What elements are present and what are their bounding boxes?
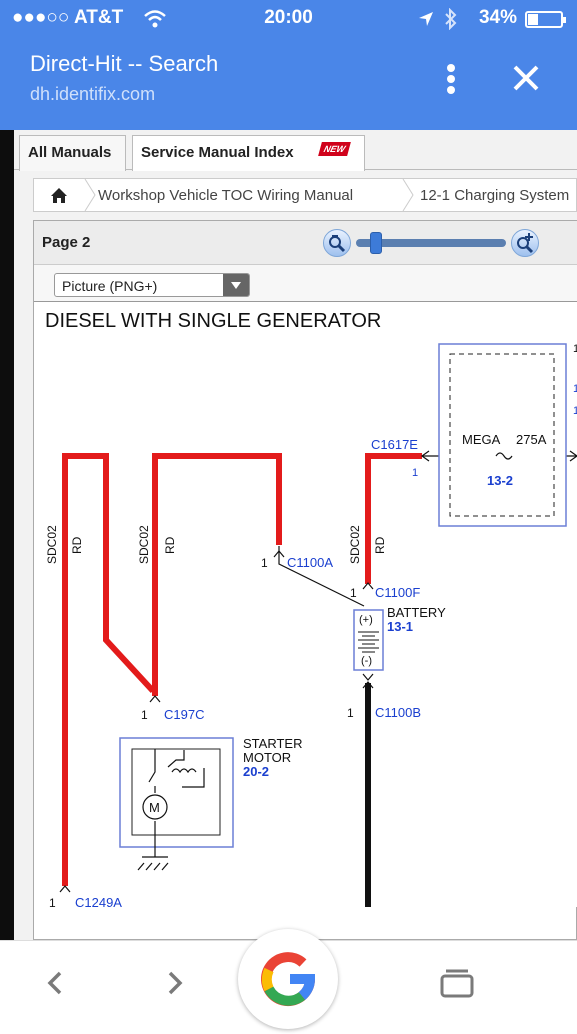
- browser-bottom-bar: [0, 929, 577, 1029]
- close-icon[interactable]: [508, 60, 544, 96]
- wire-circuit-label: SDC02: [45, 525, 59, 564]
- tab-all-manuals[interactable]: All Manuals: [19, 135, 126, 171]
- connector-c1100b: C1100B: [375, 705, 421, 720]
- connector-c1100f: C1100F: [375, 585, 420, 600]
- browser-toolbar: Direct-Hit -- Search dh.identifix.com: [0, 38, 577, 130]
- back-arrow-icon[interactable]: [36, 963, 76, 1003]
- pin-label: 1: [350, 586, 357, 600]
- page-indicator: Page 2: [42, 234, 91, 251]
- starter-ref: 20-2: [243, 764, 269, 779]
- document-viewer: Page 2 Picture (PNG+) DIESEL WITH SINGLE…: [33, 220, 577, 940]
- google-g-icon: [261, 952, 316, 1007]
- breadcrumb-item[interactable]: Workshop Vehicle TOC Wiring Manual: [98, 187, 353, 204]
- format-select-value: Picture (PNG+): [62, 278, 158, 294]
- bluetooth-icon: [445, 8, 457, 30]
- connector-c1100a: C1100A: [287, 555, 333, 570]
- chevron-down-icon: [231, 282, 241, 289]
- edge-text: 1: [573, 405, 577, 417]
- connector-c1249a: C1249A: [75, 895, 122, 907]
- wire-color-label: RD: [163, 536, 177, 554]
- fuse-rating: 275A: [516, 432, 547, 447]
- status-bar: ●●●○○ AT&T 20:00 34%: [0, 0, 577, 38]
- edge-text: 1: [573, 343, 577, 355]
- pin-label: 1: [347, 706, 354, 720]
- tabs-icon[interactable]: [437, 963, 477, 1003]
- tab-label: Service Manual Index: [141, 144, 294, 161]
- more-menu-button[interactable]: [440, 64, 462, 104]
- motor-symbol: M: [149, 800, 160, 815]
- wire-middle: [152, 453, 282, 696]
- wire-circuit-label: SDC02: [137, 525, 151, 564]
- breadcrumb-item[interactable]: 12-1 Charging System: [420, 187, 569, 204]
- forward-arrow-icon[interactable]: [154, 963, 194, 1003]
- home-icon[interactable]: [34, 179, 84, 211]
- zoom-in-button[interactable]: [511, 229, 539, 257]
- zoom-out-button[interactable]: [323, 229, 351, 257]
- manual-tabs: All Manuals Service Manual Index NEW: [14, 130, 577, 171]
- zoom-in-icon: [517, 233, 534, 254]
- connector-c197c: C197C: [164, 707, 204, 722]
- viewer-header: Page 2: [34, 221, 577, 265]
- battery-label: BATTERY: [387, 605, 446, 620]
- page-url: dh.identifix.com: [30, 84, 156, 104]
- dropdown-arrow: [223, 274, 249, 296]
- battery-minus: (-): [361, 655, 372, 667]
- wiring-diagram[interactable]: DIESEL WITH SINGLE GENERATOR MEGA 275A 1…: [34, 301, 577, 907]
- wire-color-label: RD: [373, 536, 387, 554]
- format-select[interactable]: Picture (PNG+): [54, 273, 250, 297]
- battery-percent: 34%: [478, 7, 517, 28]
- viewer-toolbar: Picture (PNG+): [34, 265, 577, 301]
- wire-circuit-label: SDC02: [348, 525, 362, 564]
- chevron-right-icon: [402, 179, 414, 211]
- pin-label: 1: [49, 896, 56, 907]
- breadcrumb: Workshop Vehicle TOC Wiring Manual 12-1 …: [33, 178, 577, 212]
- fuse-box: [438, 343, 567, 527]
- fuse-label: MEGA: [462, 432, 501, 447]
- starter-label-line1: STARTER: [243, 736, 302, 751]
- page-title: Direct-Hit -- Search: [30, 51, 219, 76]
- starter-motor-box: [119, 737, 234, 848]
- new-badge: NEW: [318, 142, 351, 156]
- zoom-out-icon: [329, 235, 346, 253]
- pin-label: 1: [141, 708, 148, 722]
- google-search-button[interactable]: [238, 929, 338, 1029]
- battery-ref: 13-1: [387, 619, 413, 634]
- web-content: All Manuals Service Manual Index NEW Wor…: [14, 130, 577, 940]
- wire-color-label: RD: [70, 536, 84, 554]
- pin-label: 1: [261, 556, 268, 570]
- edge-text: 1: [573, 383, 577, 395]
- connector-c1617e: C1617E: [371, 437, 418, 452]
- zoom-slider-thumb[interactable]: [369, 232, 382, 254]
- starter-label-line2: MOTOR: [243, 750, 291, 765]
- battery-icon: [525, 11, 566, 28]
- pin-label: 1: [412, 467, 418, 479]
- left-edge: [0, 130, 14, 940]
- location-arrow-icon: [419, 12, 433, 26]
- chevron-right-icon: [84, 179, 96, 211]
- fuse-ref: 13-2: [487, 473, 513, 488]
- battery-plus: (+): [359, 614, 373, 626]
